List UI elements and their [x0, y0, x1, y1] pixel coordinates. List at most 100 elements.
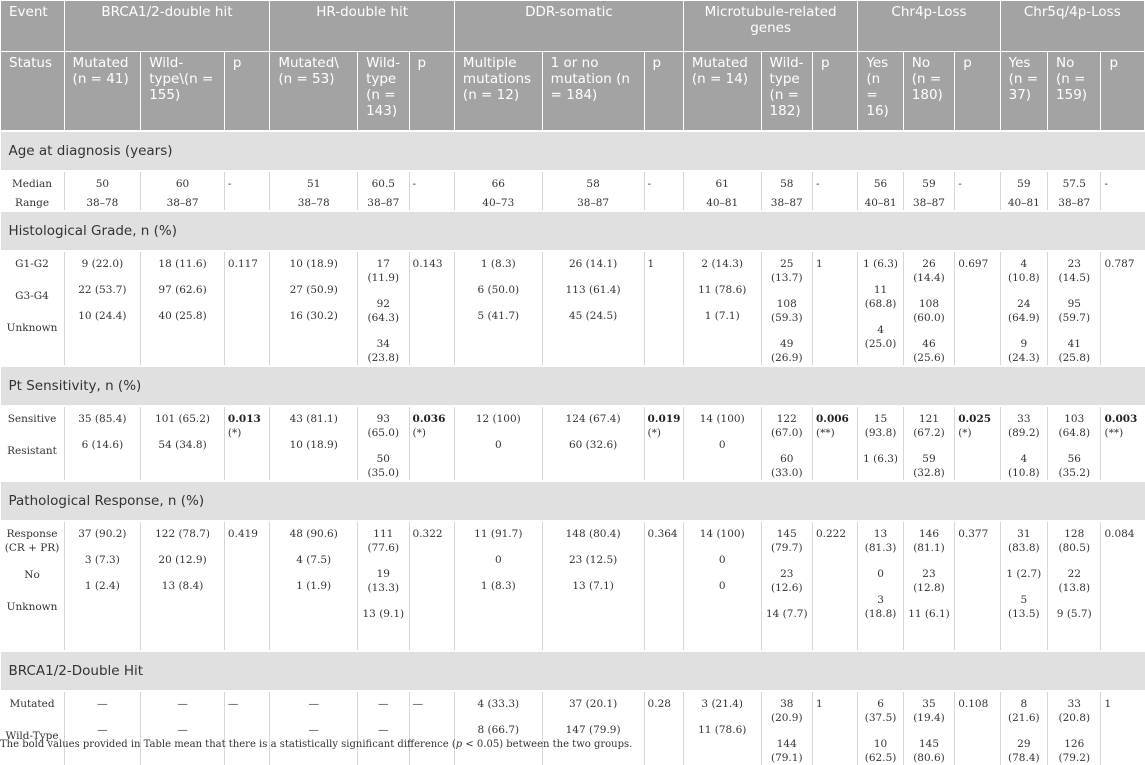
value-cell: 103 (64.8) 56 (35.2): [1047, 406, 1101, 481]
p-value: -: [412, 178, 417, 190]
p-value-cell: 0.108: [954, 691, 1001, 765]
value-cell: 56 40–81: [857, 171, 904, 211]
cell-value: 50: [95, 178, 110, 190]
p-value-significant: 0.006: [815, 413, 849, 425]
value-cell: 4 (10.8) 24 (64.9) 9 (24.3): [999, 251, 1048, 366]
p-header: p: [643, 51, 684, 132]
data-row: Response (CR + PR) No Unknown 37 (90.2) 3 (7…: [1, 521, 1145, 651]
cell-value: 40–73: [482, 197, 515, 209]
cell-value: 38–87: [577, 197, 610, 209]
cell-value: 13 (81.3): [864, 528, 897, 554]
p-header: p: [1100, 51, 1145, 132]
cell-value: 59: [1017, 178, 1031, 190]
cell-value: 60 (32.6): [568, 439, 618, 451]
cell-value: 58: [586, 178, 600, 190]
cell-value: 22 (53.7): [78, 284, 127, 296]
p-value: 1: [647, 258, 655, 270]
col-header: Mutated (n = 14): [682, 51, 762, 132]
cell-value: 38–87: [770, 197, 803, 209]
cell-value: 23 (14.5): [1058, 258, 1091, 284]
value-cell: 14 (100) 0 0: [682, 521, 762, 651]
cell-value: 60: [175, 178, 190, 190]
p-value: 0.377: [958, 528, 989, 540]
p-value: 0.697: [958, 258, 989, 270]
group-header-chr5q4p: Chr5q/4p-Loss: [999, 0, 1145, 52]
data-row: Mutated Wild-Type — — — — — — — — — —4 (33.3) 8 (66.…: [1, 691, 1145, 765]
value-cell: 50 38–78: [63, 171, 141, 211]
p-value-cell: -: [223, 171, 270, 211]
cell-value: 49 (26.9): [770, 338, 803, 364]
p-value-cell: 0.222: [811, 521, 858, 651]
cell-value: 14 (7.7): [765, 608, 808, 620]
row-label: Resistant: [7, 445, 57, 457]
cell-value: 1 (6.3): [863, 453, 899, 465]
cell-value: 48 (90.6): [289, 528, 338, 540]
group-header-microtubule: Microtubule-related genes: [682, 0, 859, 52]
p-value: —: [227, 698, 239, 710]
section-row: Histological Grade, n (%): [0, 210, 1145, 252]
value-cell: 145 (79.7) 23 (12.6) 14 (7.7): [760, 521, 813, 651]
p-value: -: [815, 178, 820, 190]
group-header-brca: BRCA1/2-double hit: [63, 0, 271, 52]
value-cell: 6 (37.5) 10 (62.5): [857, 691, 904, 765]
col-header: No (n = 180): [902, 51, 956, 132]
p-value: -: [227, 178, 232, 190]
value-cell: 35 (19.4) 145 (80.6): [902, 691, 955, 765]
p-value: 1: [1104, 698, 1112, 710]
section-title: Pt Sensitivity, n (%): [0, 365, 1145, 407]
value-cell: 128 (80.5) 22 (13.8) 9 (5.7): [1047, 521, 1101, 651]
p-value-cell: -: [1100, 171, 1145, 211]
cell-value: 24 (64.9): [1008, 298, 1040, 324]
cell-value: —: [378, 724, 389, 736]
row-labels: Sensitive Resistant: [1, 406, 65, 481]
section-title: BRCA1/2-Double Hit: [0, 650, 1145, 692]
status-header-row: Status Mutated (n = 41) Wild-type\(n = 15…: [0, 51, 1145, 132]
cell-value: 15 (93.8): [864, 413, 897, 439]
value-cell: — —: [357, 691, 410, 765]
p-value: 0.419: [227, 528, 258, 540]
value-cell: 1 (8.3) 6 (50.0) 5 (41.7): [453, 251, 543, 366]
value-cell: 101 (65.2) 54 (34.8): [140, 406, 225, 481]
cell-value: 124 (67.4): [565, 413, 621, 425]
value-cell: 12 (100) 0: [453, 406, 543, 481]
p-value: -: [647, 178, 652, 190]
cell-value: 37 (90.2): [78, 528, 127, 540]
row-label: Response (CR + PR): [4, 528, 60, 554]
value-cell: 43 (81.1) 10 (18.9): [269, 406, 358, 481]
p-value: -: [1104, 178, 1109, 190]
value-cell: 58 38–87: [760, 171, 813, 211]
p-value: 1: [815, 258, 823, 270]
p-value-cell: 0.003 (**): [1100, 406, 1145, 481]
cell-value: 8 (21.6): [1008, 698, 1040, 724]
value-cell: 60.5 38–87: [357, 171, 410, 211]
row-labels: G1-G2 G3-G4 Unknown: [1, 251, 65, 366]
table-body: Age at diagnosis (years) Median Range 50 38–…: [0, 130, 1145, 765]
cell-value: 8 (66.7): [477, 724, 520, 736]
col-header: Wild-type (n = 143): [357, 51, 410, 132]
cell-value: 38 (20.9): [770, 698, 803, 724]
cell-value: 1 (2.7): [1006, 568, 1042, 580]
group-header-ddr: DDR-somatic: [453, 0, 684, 52]
event-header-row: Event BRCA1/2-double hit HR-double hit D…: [0, 0, 1145, 52]
cell-value: 35 (85.4): [78, 413, 127, 425]
cell-value: 38–87: [912, 197, 945, 209]
value-cell: 60 38–87: [140, 171, 225, 211]
cell-value: 33 (20.8): [1058, 698, 1091, 724]
cell-value: 13 (9.1): [362, 608, 405, 620]
cell-value: 13 (7.1): [572, 580, 614, 592]
p-value: 0.364: [647, 528, 678, 540]
value-cell: 93 (65.0) 50 (35.0): [357, 406, 410, 481]
cell-value: 3 (21.4): [701, 698, 744, 710]
cell-value: 22 (13.8): [1058, 568, 1091, 594]
col-header: Yes (n = 37): [999, 51, 1049, 132]
value-cell: 10 (18.9) 27 (50.9) 16 (30.2): [269, 251, 358, 366]
cell-value: 4 (7.5): [296, 554, 332, 566]
p-value-significant: 0.036: [412, 413, 446, 425]
p-value-cell: -: [643, 171, 684, 211]
row-label: Sensitive: [7, 413, 57, 425]
row-labels: Mutated Wild-Type: [1, 691, 65, 765]
value-cell: 3 (21.4) 11 (78.6): [682, 691, 762, 765]
group-header-hr: HR-double hit: [269, 0, 455, 52]
value-cell: 121 (67.2) 59 (32.8): [902, 406, 955, 481]
p-value-cell: —: [223, 691, 270, 765]
